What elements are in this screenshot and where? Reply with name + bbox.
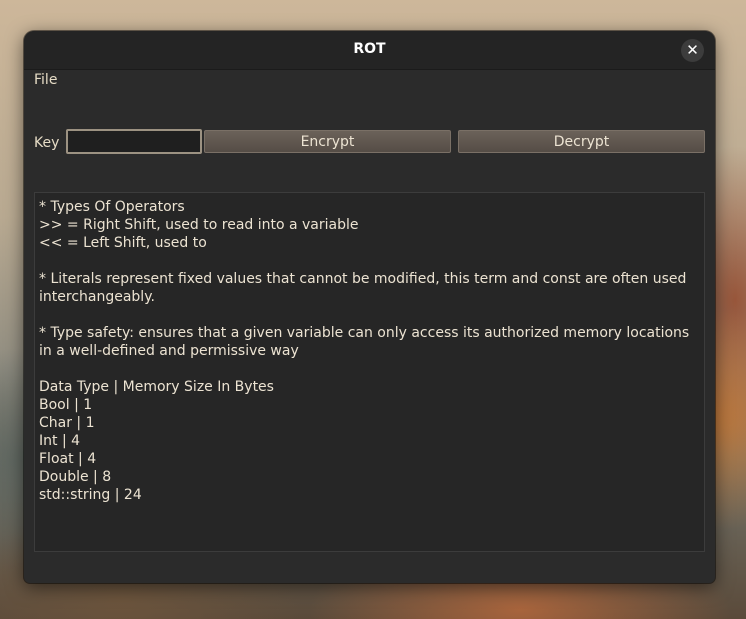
- text-line: * Type safety: ensures that a given vari…: [39, 325, 694, 359]
- text-line: * Literals represent fixed values that c…: [39, 271, 691, 305]
- text-line: >> = Right Shift, used to read into a va…: [39, 217, 359, 233]
- text-line: Char | 1: [39, 415, 95, 431]
- text-line: Double | 8: [39, 469, 112, 485]
- text-line: * Types Of Operators: [39, 199, 185, 215]
- encrypt-button[interactable]: Encrypt: [204, 130, 451, 153]
- text-line: << = Left Shift, used to: [39, 235, 207, 251]
- menu-file[interactable]: File: [34, 72, 57, 88]
- key-label: Key: [34, 135, 60, 151]
- text-editor[interactable]: * Types Of Operators >> = Right Shift, u…: [34, 192, 705, 552]
- text-line: [39, 360, 700, 378]
- title-bar[interactable]: ROT ✕: [24, 31, 715, 70]
- text-line: Data Type | Memory Size In Bytes: [39, 379, 274, 395]
- decrypt-button[interactable]: Decrypt: [458, 130, 705, 153]
- app-window: ROT ✕ File Key Encrypt Decrypt * Types O…: [24, 31, 715, 583]
- text-line: Float | 4: [39, 451, 97, 467]
- close-icon: ✕: [686, 41, 699, 59]
- text-line: [39, 252, 700, 270]
- close-button[interactable]: ✕: [681, 39, 704, 62]
- menu-bar: File: [24, 70, 715, 92]
- text-line: std::string | 24: [39, 487, 142, 503]
- text-line: Bool | 1: [39, 397, 93, 413]
- text-line: [39, 306, 700, 324]
- text-line: Int | 4: [39, 433, 81, 449]
- window-title: ROT: [353, 41, 386, 57]
- key-input[interactable]: [66, 129, 202, 154]
